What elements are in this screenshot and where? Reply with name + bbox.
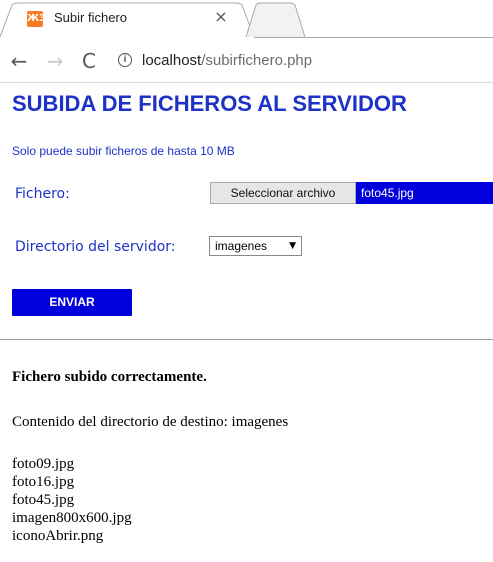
favicon-glyph: ЖЗ [27,13,47,24]
forward-arrow-icon[interactable]: → [44,50,66,72]
directory-select-value: imagenes [215,239,268,253]
tab-close-icon[interactable]: × [212,6,230,28]
file-field-label: Fichero: [15,186,70,202]
list-item: foto45.jpg [12,492,75,508]
size-limit-note: Solo puede subir ficheros de hasta 10 MB [12,144,235,158]
directory-select[interactable]: imagenes ▼ [209,236,302,256]
tab-title[interactable]: Subir fichero [54,10,127,25]
site-info-icon[interactable]: i [118,53,132,67]
back-arrow-icon[interactable]: ← [8,50,30,72]
list-item: iconoAbrir.png [12,528,104,544]
directory-field-label: Directorio del servidor: [15,239,176,255]
new-tab-button [245,2,306,38]
directory-file-list: foto09.jpg foto16.jpg foto45.jpg imagen8… [12,455,132,545]
reload-icon[interactable]: C [78,50,100,72]
selected-file-name: foto45.jpg [361,186,414,200]
list-item: foto16.jpg [12,474,75,490]
destination-directory-line: Contenido del directorio de destino: ima… [12,414,289,430]
address-bar[interactable]: localhost/subirfichero.php [142,52,312,69]
url-host: localhost [142,52,202,69]
xampp-favicon-icon: ЖЗ [27,11,47,27]
dropdown-arrow-icon: ▼ [289,241,296,251]
upload-success-message: Fichero subido correctamente. [12,369,207,385]
page-title: SUBIDA DE FICHEROS AL SERVIDOR [12,91,407,116]
list-item: imagen800x600.jpg [12,510,132,526]
send-button[interactable]: ENVIAR [12,289,132,316]
choose-file-button[interactable]: Seleccionar archivo [210,182,356,204]
horizontal-rule [0,339,493,340]
list-item: foto09.jpg [12,456,75,472]
url-path: /subirfichero.php [201,52,313,69]
tab-strip: ЖЗ Subir fichero × [0,0,493,38]
